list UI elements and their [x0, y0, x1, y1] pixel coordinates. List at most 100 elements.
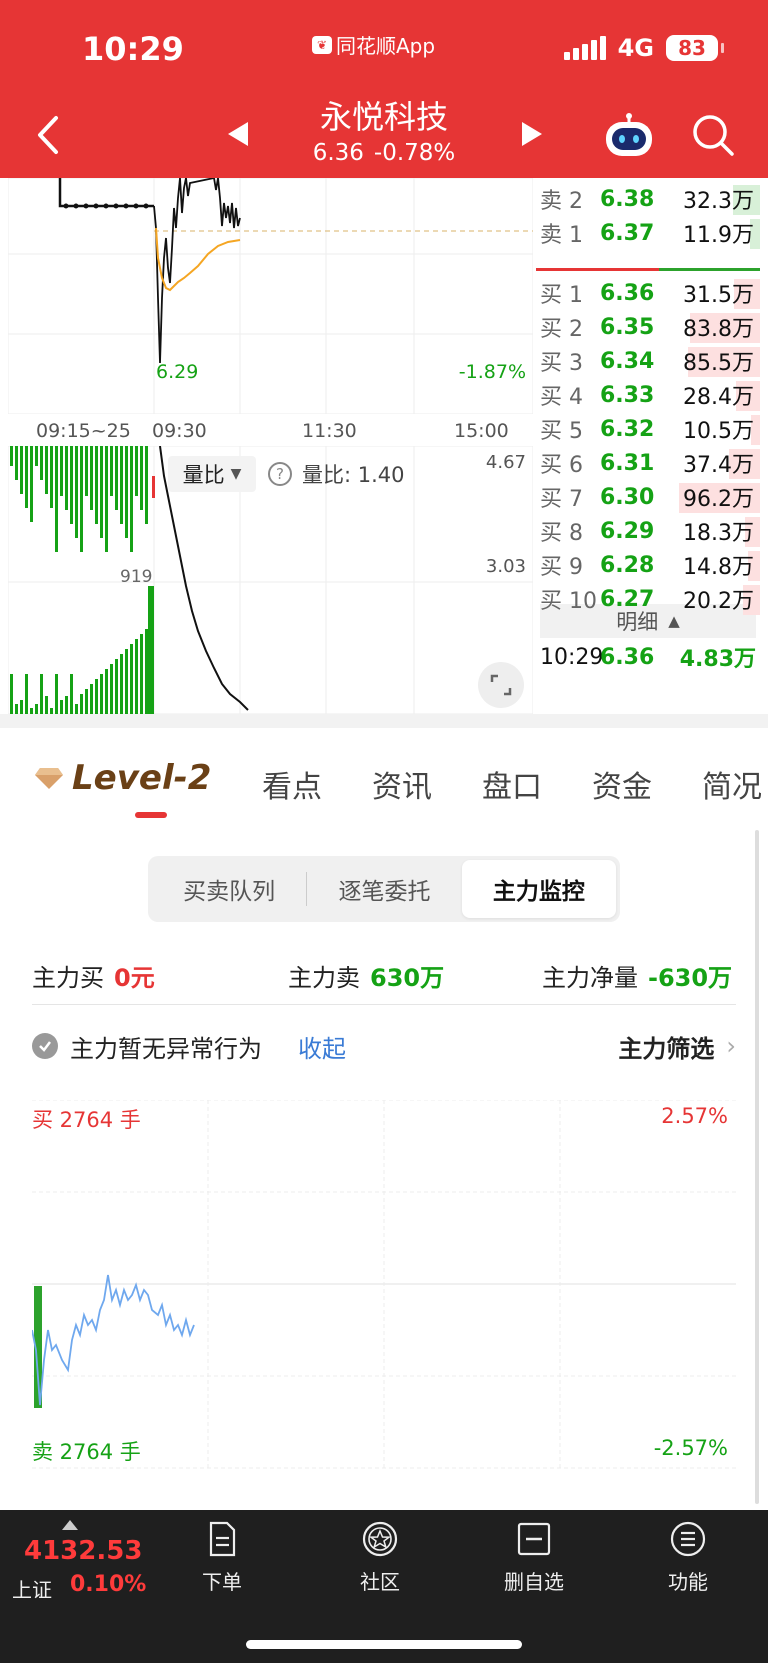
main-buy-value: 0元	[114, 964, 155, 992]
functions-button[interactable]: 功能	[638, 1520, 738, 1595]
seg-order-queue[interactable]: 买卖队列	[152, 860, 306, 918]
expand-chart-icon[interactable]	[478, 662, 524, 708]
buy-price: 6.36	[600, 280, 655, 306]
buy-volume: 28.4万	[670, 379, 760, 411]
buy-price: 6.27	[600, 586, 655, 612]
buy-row[interactable]: 买 3 6.34 85.5万	[536, 344, 760, 378]
tab-highlights[interactable]: 看点	[262, 762, 322, 806]
intraday-chart[interactable]: 6.29 -1.87%	[8, 178, 533, 414]
volume-ratio-value: 量比: 1.40	[302, 463, 405, 487]
buy-row[interactable]: 买 8 6.29 18.3万	[536, 514, 760, 548]
index-name: 上证	[12, 1578, 52, 1602]
volume-bar-up	[152, 476, 155, 498]
volume-bar	[100, 674, 103, 714]
abnormal-status-row: 主力暂无异常行为 收起 主力筛选 ›	[32, 1028, 736, 1064]
volume-bar	[35, 704, 38, 714]
vol-marker-label: 919	[120, 567, 152, 587]
search-icon[interactable]	[690, 112, 736, 158]
buy-price: 6.31	[600, 450, 655, 476]
app-source: ❦ 同花顺App	[312, 30, 435, 59]
remove-watchlist-button[interactable]: 删自选	[484, 1520, 584, 1595]
monitor-top-pct: 2.57%	[661, 1104, 728, 1128]
buy-row[interactable]: 买 7 6.30 96.2万	[536, 480, 760, 514]
seg-main-monitor[interactable]: 主力监控	[461, 860, 616, 918]
tab-active-indicator	[135, 812, 167, 818]
buy-volume: 85.5万	[670, 345, 760, 377]
vol-mid-label: 3.03	[486, 556, 526, 577]
buy-level-label: 买 4	[540, 385, 583, 410]
status-time: 10:29	[82, 30, 184, 68]
volume-ratio-bar	[95, 446, 98, 524]
diamond-icon	[35, 768, 63, 789]
volume-ratio-bar	[125, 446, 128, 538]
buy-price: 6.34	[600, 348, 655, 374]
volume-bar	[80, 694, 83, 714]
signal-icon	[563, 36, 606, 60]
order-button[interactable]: 下单	[172, 1520, 272, 1595]
buy-row[interactable]: 买 1 6.36 31.5万	[536, 276, 760, 310]
volume-bar	[125, 649, 128, 714]
collapse-link[interactable]: 收起	[298, 1029, 346, 1064]
buy-row[interactable]: 买 6 6.31 37.4万	[536, 446, 760, 480]
index-pct: 0.10%	[70, 1572, 147, 1597]
robot-assistant-icon[interactable]	[600, 112, 658, 160]
last-trade-time: 10:29	[540, 644, 604, 670]
order-doc-icon	[209, 1521, 236, 1557]
volume-bar	[148, 586, 154, 714]
community-button[interactable]: 社区	[330, 1520, 430, 1595]
chart-area: 6.29 -1.87% 09:15~25 09:30 11:30 15:00 4…	[0, 178, 768, 714]
back-icon[interactable]	[32, 110, 66, 160]
tab-handicap[interactable]: 盘口	[482, 762, 542, 806]
tab-news[interactable]: 资讯	[372, 762, 432, 806]
buy-row[interactable]: 买 2 6.35 83.8万	[536, 310, 760, 344]
volume-ratio-bar	[75, 446, 78, 538]
volume-ratio-bar	[65, 446, 68, 510]
main-filter-button[interactable]: 主力筛选 ›	[618, 1029, 736, 1064]
time-axis: 09:15~25 09:30 11:30 15:00	[8, 416, 533, 446]
sell-row[interactable]: 卖 1 6.37 11.9万	[536, 216, 760, 250]
volume-ratio-bar	[85, 446, 88, 496]
buy-row[interactable]: 买 10 6.27 20.2万	[536, 582, 760, 616]
next-stock-icon[interactable]	[518, 118, 546, 150]
sell-row[interactable]: 卖 2 6.38 32.3万	[536, 182, 760, 216]
volume-ratio-info: ? 量比: 1.40	[268, 456, 405, 492]
help-icon[interactable]: ?	[268, 462, 292, 486]
volume-bar	[55, 674, 58, 714]
volume-indicator-select[interactable]: 量比 ▼	[168, 456, 256, 492]
tab-funds[interactable]: 资金	[592, 762, 652, 806]
volume-ratio-bar	[25, 446, 28, 508]
vol-high-label: 4.67	[486, 452, 526, 473]
scrollbar[interactable]	[755, 830, 759, 1504]
volume-bar	[140, 634, 143, 714]
low-pct-label: -1.87%	[459, 361, 526, 383]
buy-volume: 83.8万	[670, 311, 760, 343]
volume-bar	[75, 704, 78, 714]
buy-volume: 14.8万	[670, 549, 760, 581]
sell-level-label: 卖 1	[540, 223, 583, 248]
seg-tick-orders[interactable]: 逐笔委托	[307, 860, 461, 918]
volume-ratio-bar	[20, 446, 23, 494]
buy-volume: 10.5万	[670, 413, 760, 445]
buy-row[interactable]: 买 4 6.33 28.4万	[536, 378, 760, 412]
buy-row[interactable]: 买 5 6.32 10.5万	[536, 412, 760, 446]
buy-price: 6.32	[600, 416, 655, 442]
buy-volume: 96.2万	[670, 481, 760, 513]
prev-stock-icon[interactable]	[224, 118, 252, 150]
buy-level-label: 买 10	[540, 589, 597, 614]
volume-bar	[60, 700, 63, 714]
main-monitor-chart[interactable]: 买 2764 手 2.57% 卖 2764 手 -2.57%	[31, 1099, 736, 1470]
sell-volume: 32.3万	[670, 183, 760, 215]
volume-ratio-bar	[135, 446, 138, 496]
buy-volume: 18.3万	[670, 515, 760, 547]
tab-level2[interactable]: Level-2	[34, 758, 211, 798]
buy-volume-text: 20.2万	[683, 589, 754, 614]
buy-row[interactable]: 买 9 6.28 14.8万	[536, 548, 760, 582]
time-label: 09:15~25	[36, 420, 131, 442]
volume-ratio-bar	[110, 446, 113, 496]
tab-profile[interactable]: 简况	[702, 762, 762, 806]
volume-bar	[85, 689, 88, 714]
network-type: 4G	[617, 34, 654, 62]
volume-ratio-bar	[80, 446, 83, 552]
buy-volume-text: 18.3万	[683, 521, 754, 546]
volume-bar	[120, 654, 123, 714]
